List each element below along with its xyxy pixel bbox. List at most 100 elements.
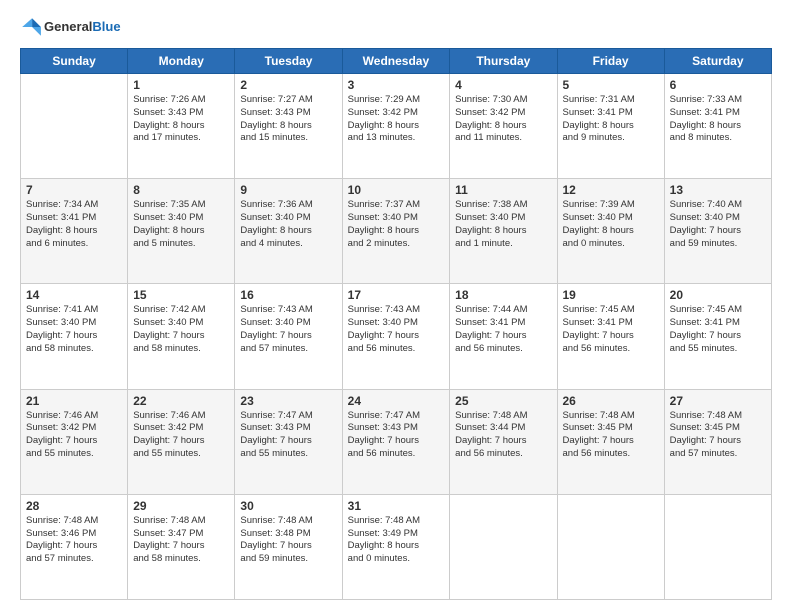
calendar-cell: 4 Sunrise: 7:30 AMSunset: 3:42 PMDaylight… [450,74,557,179]
calendar-cell [664,494,771,599]
day-info: Sunrise: 7:48 AMSunset: 3:49 PMDaylight:… [348,515,445,566]
logo-icon [20,16,42,38]
day-number: 4 [455,78,551,92]
calendar-cell: 8 Sunrise: 7:35 AMSunset: 3:40 PMDaylight… [128,179,235,284]
day-number: 25 [455,394,551,408]
day-info: Sunrise: 7:31 AMSunset: 3:41 PMDaylight:… [563,94,659,145]
calendar-cell: 23 Sunrise: 7:47 AMSunset: 3:43 PMDayligh… [235,389,342,494]
day-info: Sunrise: 7:33 AMSunset: 3:41 PMDaylight:… [670,94,766,145]
calendar-cell: 15 Sunrise: 7:42 AMSunset: 3:40 PMDayligh… [128,284,235,389]
day-info: Sunrise: 7:34 AMSunset: 3:41 PMDaylight:… [26,199,122,250]
day-info: Sunrise: 7:47 AMSunset: 3:43 PMDaylight:… [240,410,336,461]
day-info: Sunrise: 7:27 AMSunset: 3:43 PMDaylight:… [240,94,336,145]
weekday-header-saturday: Saturday [664,49,771,74]
day-info: Sunrise: 7:38 AMSunset: 3:40 PMDaylight:… [455,199,551,250]
day-info: Sunrise: 7:35 AMSunset: 3:40 PMDaylight:… [133,199,229,250]
day-info: Sunrise: 7:26 AMSunset: 3:43 PMDaylight:… [133,94,229,145]
day-info: Sunrise: 7:36 AMSunset: 3:40 PMDaylight:… [240,199,336,250]
logo-text: GeneralBlue [44,19,121,35]
day-number: 19 [563,288,659,302]
day-number: 7 [26,183,122,197]
calendar-cell: 1 Sunrise: 7:26 AMSunset: 3:43 PMDaylight… [128,74,235,179]
day-info: Sunrise: 7:48 AMSunset: 3:48 PMDaylight:… [240,515,336,566]
calendar-cell: 30 Sunrise: 7:48 AMSunset: 3:48 PMDayligh… [235,494,342,599]
weekday-header-friday: Friday [557,49,664,74]
day-number: 23 [240,394,336,408]
calendar-cell: 3Sunrise: 7:29 AMSunset: 3:42 PMDaylight… [342,74,450,179]
calendar-cell: 22 Sunrise: 7:46 AMSunset: 3:42 PMDayligh… [128,389,235,494]
day-number: 16 [240,288,336,302]
day-info: Sunrise: 7:47 AMSunset: 3:43 PMDaylight:… [348,410,445,461]
weekday-header-monday: Monday [128,49,235,74]
calendar-cell: 21 Sunrise: 7:46 AMSunset: 3:42 PMDayligh… [21,389,128,494]
day-number: 24 [348,394,445,408]
calendar-cell: 25 Sunrise: 7:48 AMSunset: 3:44 PMDayligh… [450,389,557,494]
calendar-cell: 19Sunrise: 7:45 AMSunset: 3:41 PMDayligh… [557,284,664,389]
day-number: 12 [563,183,659,197]
day-number: 3 [348,78,445,92]
day-number: 21 [26,394,122,408]
week-row-1: 7 Sunrise: 7:34 AMSunset: 3:41 PMDaylight… [21,179,772,284]
day-number: 28 [26,499,122,513]
day-info: Sunrise: 7:41 AMSunset: 3:40 PMDaylight:… [26,304,122,355]
day-info: Sunrise: 7:48 AMSunset: 3:45 PMDaylight:… [563,410,659,461]
calendar-table: SundayMondayTuesdayWednesdayThursdayFrid… [20,48,772,600]
week-row-0: 1 Sunrise: 7:26 AMSunset: 3:43 PMDaylight… [21,74,772,179]
calendar-cell: 12 Sunrise: 7:39 AMSunset: 3:40 PMDayligh… [557,179,664,284]
calendar-cell: 14 Sunrise: 7:41 AMSunset: 3:40 PMDayligh… [21,284,128,389]
day-info: Sunrise: 7:37 AMSunset: 3:40 PMDaylight:… [348,199,445,250]
day-number: 9 [240,183,336,197]
page: GeneralBlue SundayMondayTuesdayWednesday… [0,0,792,612]
day-info: Sunrise: 7:48 AMSunset: 3:44 PMDaylight:… [455,410,551,461]
day-number: 13 [670,183,766,197]
day-number: 20 [670,288,766,302]
day-info: Sunrise: 7:45 AMSunset: 3:41 PMDaylight:… [670,304,766,355]
day-number: 8 [133,183,229,197]
day-number: 1 [133,78,229,92]
calendar-cell: 10 Sunrise: 7:37 AMSunset: 3:40 PMDayligh… [342,179,450,284]
weekday-header-thursday: Thursday [450,49,557,74]
day-info: Sunrise: 7:48 AMSunset: 3:46 PMDaylight:… [26,515,122,566]
day-number: 17 [348,288,445,302]
calendar-cell: 31Sunrise: 7:48 AMSunset: 3:49 PMDayligh… [342,494,450,599]
day-number: 15 [133,288,229,302]
day-number: 26 [563,394,659,408]
calendar-cell: 9 Sunrise: 7:36 AMSunset: 3:40 PMDaylight… [235,179,342,284]
day-number: 6 [670,78,766,92]
day-number: 11 [455,183,551,197]
day-number: 18 [455,288,551,302]
calendar-cell: 26 Sunrise: 7:48 AMSunset: 3:45 PMDayligh… [557,389,664,494]
day-info: Sunrise: 7:43 AMSunset: 3:40 PMDaylight:… [240,304,336,355]
day-number: 14 [26,288,122,302]
calendar-cell: 13 Sunrise: 7:40 AMSunset: 3:40 PMDayligh… [664,179,771,284]
calendar-cell [557,494,664,599]
week-row-3: 21 Sunrise: 7:46 AMSunset: 3:42 PMDayligh… [21,389,772,494]
weekday-header-row: SundayMondayTuesdayWednesdayThursdayFrid… [21,49,772,74]
logo: GeneralBlue [20,16,121,38]
day-info: Sunrise: 7:46 AMSunset: 3:42 PMDaylight:… [133,410,229,461]
calendar-cell: 2 Sunrise: 7:27 AMSunset: 3:43 PMDaylight… [235,74,342,179]
day-info: Sunrise: 7:48 AMSunset: 3:47 PMDaylight:… [133,515,229,566]
calendar-cell [21,74,128,179]
day-info: Sunrise: 7:46 AMSunset: 3:42 PMDaylight:… [26,410,122,461]
day-number: 27 [670,394,766,408]
weekday-header-wednesday: Wednesday [342,49,450,74]
calendar-cell: 18Sunrise: 7:44 AMSunset: 3:41 PMDayligh… [450,284,557,389]
day-info: Sunrise: 7:30 AMSunset: 3:42 PMDaylight:… [455,94,551,145]
calendar-cell: 17 Sunrise: 7:43 AMSunset: 3:40 PMDayligh… [342,284,450,389]
calendar-cell: 24 Sunrise: 7:47 AMSunset: 3:43 PMDayligh… [342,389,450,494]
day-number: 5 [563,78,659,92]
day-info: Sunrise: 7:39 AMSunset: 3:40 PMDaylight:… [563,199,659,250]
calendar-cell: 7 Sunrise: 7:34 AMSunset: 3:41 PMDaylight… [21,179,128,284]
header: GeneralBlue [20,16,772,38]
day-info: Sunrise: 7:40 AMSunset: 3:40 PMDaylight:… [670,199,766,250]
day-number: 30 [240,499,336,513]
day-number: 22 [133,394,229,408]
day-info: Sunrise: 7:43 AMSunset: 3:40 PMDaylight:… [348,304,445,355]
day-number: 10 [348,183,445,197]
day-info: Sunrise: 7:48 AMSunset: 3:45 PMDaylight:… [670,410,766,461]
calendar-cell: 6 Sunrise: 7:33 AMSunset: 3:41 PMDaylight… [664,74,771,179]
day-number: 2 [240,78,336,92]
day-info: Sunrise: 7:42 AMSunset: 3:40 PMDaylight:… [133,304,229,355]
calendar-cell: 20 Sunrise: 7:45 AMSunset: 3:41 PMDayligh… [664,284,771,389]
